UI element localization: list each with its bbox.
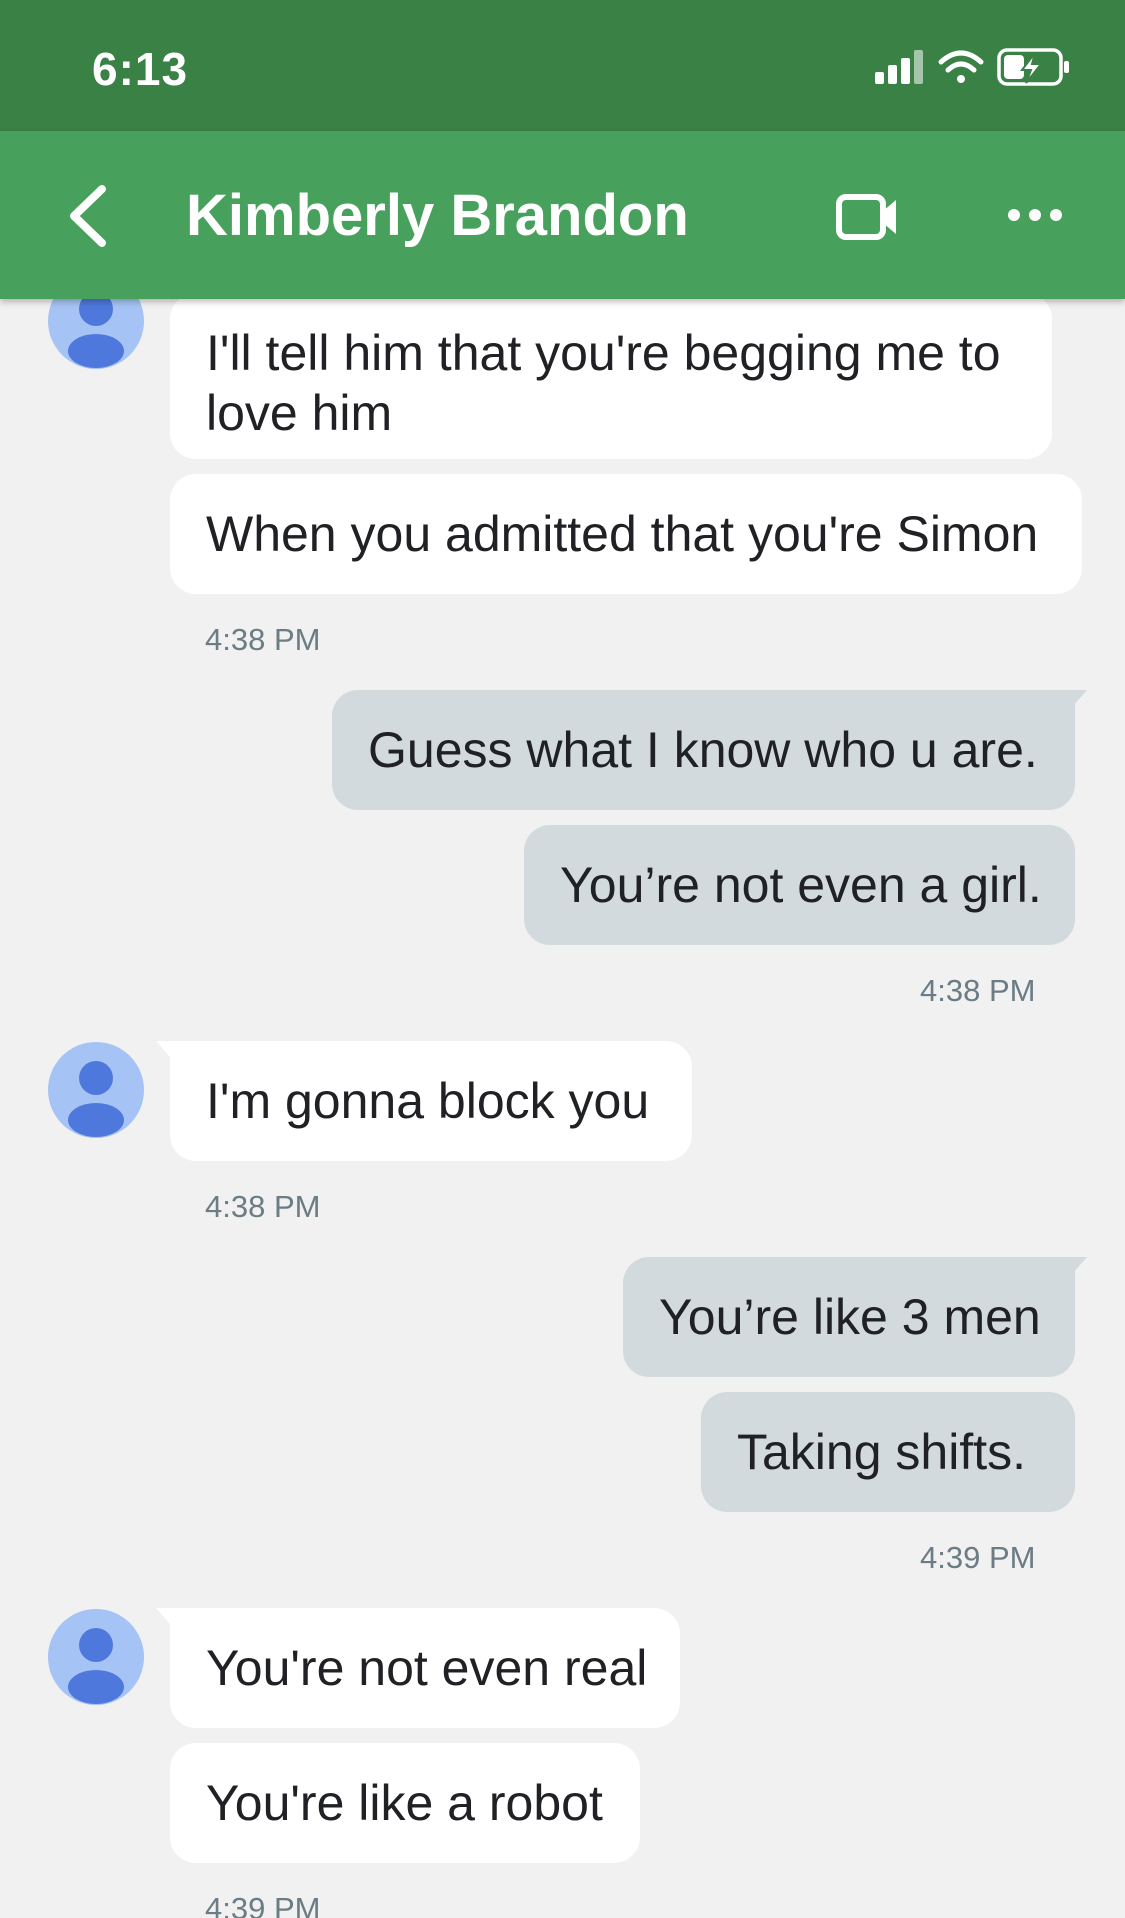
- person-icon: [68, 299, 124, 368]
- person-icon: [68, 1628, 124, 1704]
- timestamp: 4:38 PM: [205, 1189, 321, 1224]
- message-text: I'll tell him that you're begging me to: [206, 325, 1001, 381]
- wifi-icon: [938, 50, 984, 83]
- message-bubble[interactable]: I'll tell him that you're begging me to …: [170, 299, 1052, 459]
- message-bubble[interactable]: You’re like 3 men: [623, 1257, 1087, 1377]
- message-bubble[interactable]: Taking shifts.: [701, 1392, 1075, 1512]
- person-icon: [68, 1061, 124, 1137]
- back-button[interactable]: [60, 181, 120, 251]
- message-bubble[interactable]: You're not even real: [156, 1608, 680, 1728]
- message-text: When you admitted that you're Simon: [206, 506, 1039, 562]
- avatar[interactable]: [48, 1042, 144, 1138]
- signal-icon: [875, 50, 923, 84]
- message-text: love him: [206, 385, 393, 441]
- avatar[interactable]: [48, 1609, 144, 1705]
- status-bar: 6:13: [0, 0, 1125, 131]
- message-bubble[interactable]: When you admitted that you're Simon: [170, 474, 1082, 594]
- message-bubble[interactable]: You’re not even a girl.: [524, 825, 1075, 945]
- more-options-button[interactable]: [1004, 197, 1066, 233]
- video-camera-icon: [836, 194, 896, 240]
- message-text: You’re not even a girl.: [560, 857, 1042, 913]
- more-horizontal-icon: [1008, 209, 1062, 221]
- message-bubble[interactable]: You're like a robot: [170, 1743, 640, 1863]
- message-thread[interactable]: I'll tell him that you're begging me to …: [0, 299, 1125, 1918]
- battery-charging-icon: [997, 48, 1069, 86]
- message-text: I'm gonna block you: [206, 1073, 650, 1129]
- avatar[interactable]: [48, 299, 144, 369]
- app-bar: Kimberly Brandon: [0, 131, 1125, 299]
- message-bubble[interactable]: Guess what I know who u are.: [332, 690, 1087, 810]
- message-text: You're not even real: [206, 1640, 648, 1696]
- status-time: 6:13: [92, 43, 189, 95]
- timestamp: 4:39 PM: [205, 1891, 321, 1918]
- video-call-button[interactable]: [832, 187, 902, 247]
- contact-name[interactable]: Kimberly Brandon: [186, 181, 689, 251]
- status-icons: [871, 46, 1081, 86]
- message-text: You're like a robot: [206, 1775, 603, 1831]
- message-text: Taking shifts.: [737, 1424, 1027, 1480]
- timestamp: 4:38 PM: [920, 973, 1036, 1008]
- chevron-left-icon: [70, 185, 106, 247]
- message-text: Guess what I know who u are.: [368, 722, 1038, 778]
- timestamp: 4:39 PM: [920, 1540, 1036, 1575]
- message-text: You’re like 3 men: [659, 1289, 1041, 1345]
- timestamp: 4:38 PM: [205, 622, 321, 657]
- message-bubble[interactable]: I'm gonna block you: [156, 1041, 692, 1161]
